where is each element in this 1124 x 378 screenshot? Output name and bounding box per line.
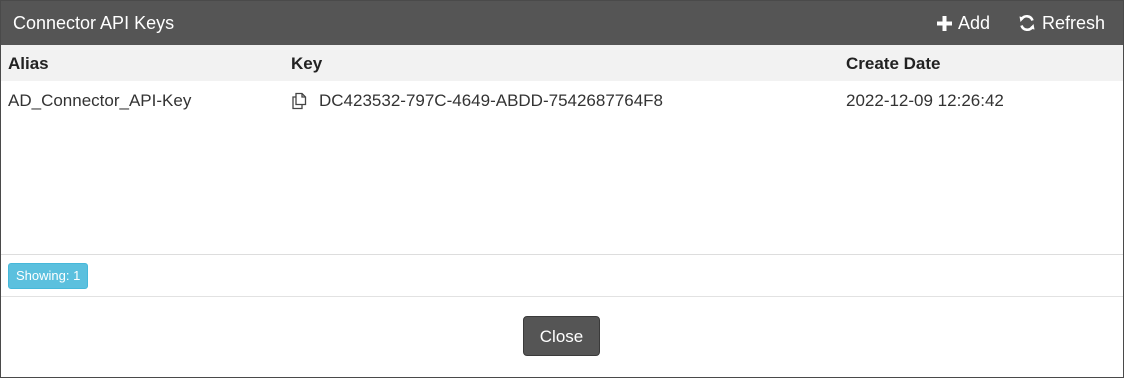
column-header-alias[interactable]: Alias	[8, 54, 49, 74]
column-header-key[interactable]: Key	[291, 54, 322, 74]
add-button[interactable]: Add	[937, 12, 990, 34]
plus-icon	[937, 15, 952, 31]
refresh-icon	[1018, 14, 1036, 32]
alias-cell: AD_Connector_API-Key	[8, 91, 192, 110]
table-row[interactable]: AD_Connector_API-Key DC423532-797C-4649-…	[1, 81, 1123, 121]
api-key-value: DC423532-797C-4649-ABDD-7542687764F8	[319, 91, 664, 110]
refresh-button[interactable]: Refresh	[1018, 12, 1105, 34]
table-body: AD_Connector_API-Key DC423532-797C-4649-…	[1, 81, 1123, 255]
dialog-title: Connector API Keys	[13, 13, 175, 33]
create-date-cell: 2022-12-09 12:26:42	[846, 91, 1004, 110]
refresh-button-label: Refresh	[1042, 13, 1106, 33]
status-bar: Showing: 1	[1, 255, 1123, 297]
close-button[interactable]: Close	[523, 316, 600, 356]
table-header: Alias Key Create Date	[1, 45, 1123, 81]
column-header-create-date[interactable]: Create Date	[846, 54, 941, 74]
key-cell: DC423532-797C-4649-ABDD-7542687764F8	[291, 91, 663, 111]
copy-icon[interactable]	[291, 92, 309, 110]
add-button-label: Add	[958, 13, 991, 33]
connector-api-keys-dialog: Connector API Keys Add Refresh Alias Key…	[0, 0, 1124, 378]
showing-count-badge: Showing: 1	[8, 263, 89, 289]
dialog-footer: Close	[1, 297, 1123, 377]
dialog-titlebar: Connector API Keys Add Refresh	[1, 1, 1123, 45]
